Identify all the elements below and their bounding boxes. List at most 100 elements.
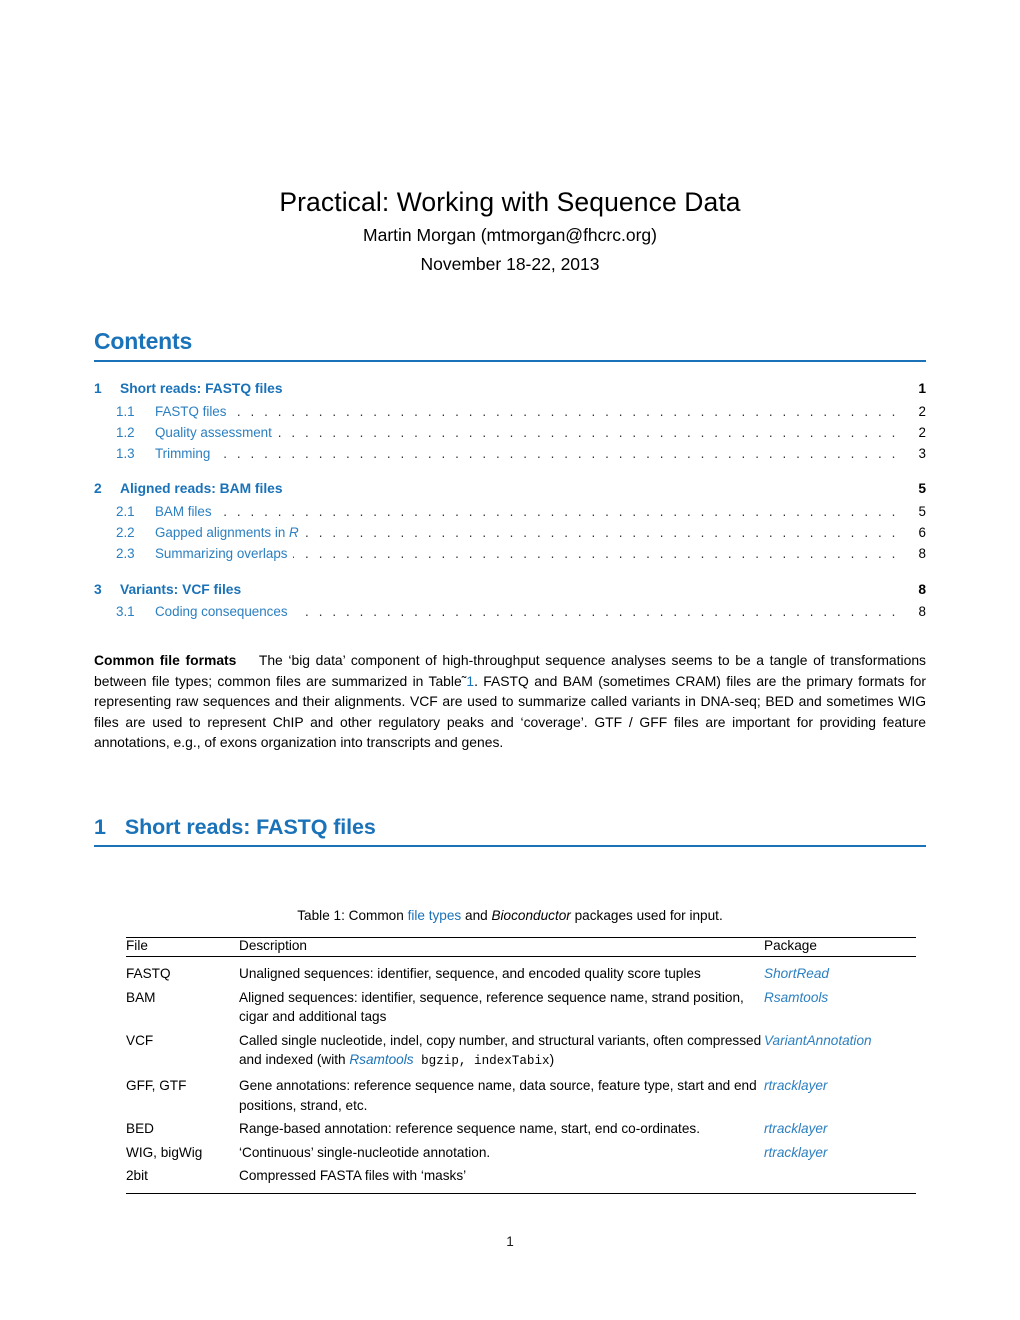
contents-rule	[94, 360, 926, 363]
cell-description: Range-based annotation: reference sequen…	[239, 1121, 700, 1137]
toc-gap	[94, 568, 926, 582]
document-author: Martin Morgan (mtmorgan@fhcrc.org)	[363, 225, 657, 245]
table-1-block: Table 1: Common file types and Bioconduc…	[94, 906, 926, 1194]
caption-prefix: Table 1: Common	[297, 908, 408, 923]
cell-package[interactable]: rtracklayer	[764, 1115, 916, 1139]
cell-package[interactable]: ShortRead	[764, 955, 916, 984]
section-1-title: Short reads: FASTQ files	[124, 815, 376, 839]
table-row: GFF, GTF Gene annotations: reference sequ…	[126, 1072, 916, 1115]
toc-entry-2-3[interactable]: 2.3. . . . . . . . . . . . . . . . . . .…	[94, 546, 926, 567]
toc-entry-1-2[interactable]: 1.2. . . . . . . . . . . . . . . . . . .…	[94, 424, 926, 446]
caption-suffix: packages used for input.	[570, 908, 723, 923]
cell-file: BAM	[126, 989, 156, 1005]
table-body: FASTQ Unaligned sequences: identifier, se…	[126, 955, 916, 1194]
inline-code: bgzip, indexTabix	[413, 1054, 550, 1069]
toc-entry-3-1[interactable]: 3.1. . . . . . . . . . . . . . . . . . .…	[94, 604, 926, 625]
toc-entry-number: 2.3	[116, 546, 135, 562]
cell-file: VCF	[126, 1032, 154, 1048]
toc-entry-label: Summarizing overlaps	[155, 546, 294, 562]
toc-entry-1[interactable]: 1 Short reads: FASTQ files 1	[94, 381, 926, 404]
cell-file: 2bit	[126, 1162, 239, 1194]
toc-entry-label: Short reads: FASTQ files	[120, 381, 283, 396]
toc-entry-number: 1.3	[116, 446, 135, 462]
caption-file-types-link[interactable]: file types	[408, 908, 462, 923]
cell-package[interactable]: rtracklayer	[764, 1139, 916, 1163]
toc-entry-number: 2	[94, 481, 102, 497]
section-1-rule	[94, 845, 926, 848]
file-types-table: File Description Package FASTQ Unaligned …	[126, 937, 916, 1194]
page-number: 1	[506, 1234, 514, 1249]
toc-entry-number: 1.1	[116, 403, 135, 419]
toc-entry-page: 3	[918, 446, 926, 462]
contents-heading-block: Contents	[94, 328, 926, 363]
toc-gap	[94, 467, 926, 481]
caption-bioconductor: Bioconductor	[491, 908, 571, 923]
toc-entry-page: 2	[918, 424, 926, 440]
toc-entry-label: Variants: VCF files	[120, 581, 242, 597]
cell-description: Gene annotations: reference sequence nam…	[239, 1077, 757, 1113]
table-row: BED Range-based annotation: reference seq…	[126, 1115, 916, 1139]
cell-file: FASTQ	[126, 955, 239, 984]
cell-package[interactable]: VariantAnnotation	[764, 1027, 916, 1072]
toc-entry-2[interactable]: 2 Aligned reads: BAM files 5	[94, 481, 926, 504]
toc-entry-number: 3.1	[116, 604, 135, 620]
cell-package	[764, 1162, 916, 1194]
table-row: VCF Called single nucleotide, indel, copy…	[126, 1027, 916, 1072]
section-1-heading: 1 Short reads: FASTQ files	[94, 814, 926, 840]
toc-entry-1-1[interactable]: 1.1 . . . . . . . . . . . . . . . . . . .…	[94, 403, 926, 425]
table-row: FASTQ Unaligned sequences: identifier, se…	[126, 955, 916, 984]
toc-entry-page: 5	[918, 481, 926, 497]
toc-entry-page: 8	[918, 546, 926, 562]
table-row: WIG, bigWig ‘Continuous’ single-nucleotid…	[126, 1139, 916, 1163]
toc-dot-leader: . . . . . . . . . . . . . . . . . . . . …	[155, 503, 898, 519]
toc-entry-page: 8	[918, 581, 926, 597]
cell-description: Compressed FASTA files with ‘masks’	[239, 1162, 764, 1194]
column-header-description: Description	[239, 937, 764, 957]
cell-description: Aligned sequences: identifier, sequence,…	[239, 989, 744, 1025]
toc-entry-2-1[interactable]: 2.1 . . . . . . . . . . . . . . . . . . .…	[94, 503, 926, 525]
toc-entry-page: 5	[918, 503, 926, 519]
table-reference-link[interactable]: 1	[466, 673, 474, 689]
toc-entry-number: 3	[94, 581, 102, 597]
cell-description: Called single nucleotide, indel, copy nu…	[239, 1032, 762, 1069]
cell-description: Unaligned sequences: identifier, sequenc…	[239, 955, 764, 984]
toc-entry-label: Aligned reads: BAM files	[120, 481, 283, 497]
contents-heading: Contents	[94, 328, 193, 354]
toc-entry-label: Coding consequences	[155, 604, 294, 620]
toc-entry-3[interactable]: 3 Variants: VCF files 8	[94, 582, 926, 605]
toc-entry-number: 2.1	[116, 503, 135, 519]
cell-package[interactable]: Rsamtools	[764, 984, 916, 1027]
inline-package-link[interactable]: Rsamtools	[349, 1052, 413, 1067]
section-1-number: 1	[94, 815, 106, 839]
column-header-file: File	[126, 937, 239, 957]
section-1-heading-block: 1 Short reads: FASTQ files	[94, 814, 926, 848]
document-page: Practical: Working with Sequence Data Ma…	[0, 0, 1020, 1320]
table-header: File Description Package	[126, 937, 916, 957]
toc-entry-page: 1	[918, 381, 926, 396]
caption-middle: and	[461, 908, 492, 923]
toc-entry-label: Trimming	[155, 446, 217, 462]
paragraph-lead-in: Common file formats	[94, 652, 237, 668]
toc-entry-page: 8	[918, 604, 926, 620]
cell-package[interactable]: rtracklayer	[764, 1072, 916, 1115]
table-row: 2bit Compressed FASTA files with ‘masks’	[126, 1162, 916, 1194]
cell-description: ‘Continuous’ single-nucleotide annotatio…	[239, 1144, 491, 1160]
page-title: Practical: Working with Sequence Data	[279, 187, 741, 217]
column-header-package: Package	[764, 937, 916, 957]
document-date: November 18-22, 2013	[420, 254, 600, 274]
cell-file: GFF, GTF	[126, 1077, 187, 1093]
toc-entry-label: Quality assessment	[155, 424, 278, 440]
toc-entry-number: 2.2	[116, 525, 135, 541]
toc-entry-number: 1.2	[116, 424, 135, 440]
toc-entry-label-italic: R	[289, 525, 299, 541]
toc-entry-1-3[interactable]: 1.3 . . . . . . . . . . . . . . . . . . .…	[94, 446, 926, 467]
title-block: Practical: Working with Sequence Data Ma…	[0, 186, 1020, 277]
common-file-formats-paragraph: Common file formats The ‘big data’ compo…	[94, 650, 926, 753]
table-row: BAM Aligned sequences: identifier, sequen…	[126, 984, 916, 1027]
toc-entry-number: 1	[94, 381, 102, 396]
toc-dot-leader: . . . . . . . . . . . . . . . . . . . . …	[155, 446, 898, 462]
toc-dot-leader: . . . . . . . . . . . . . . . . . . . . …	[155, 403, 898, 419]
toc-entry-2-2[interactable]: 2.2. . . . . . . . . . . . . . . . . . .…	[94, 525, 926, 546]
toc-entry-label: Gapped alignments in R	[155, 525, 305, 541]
